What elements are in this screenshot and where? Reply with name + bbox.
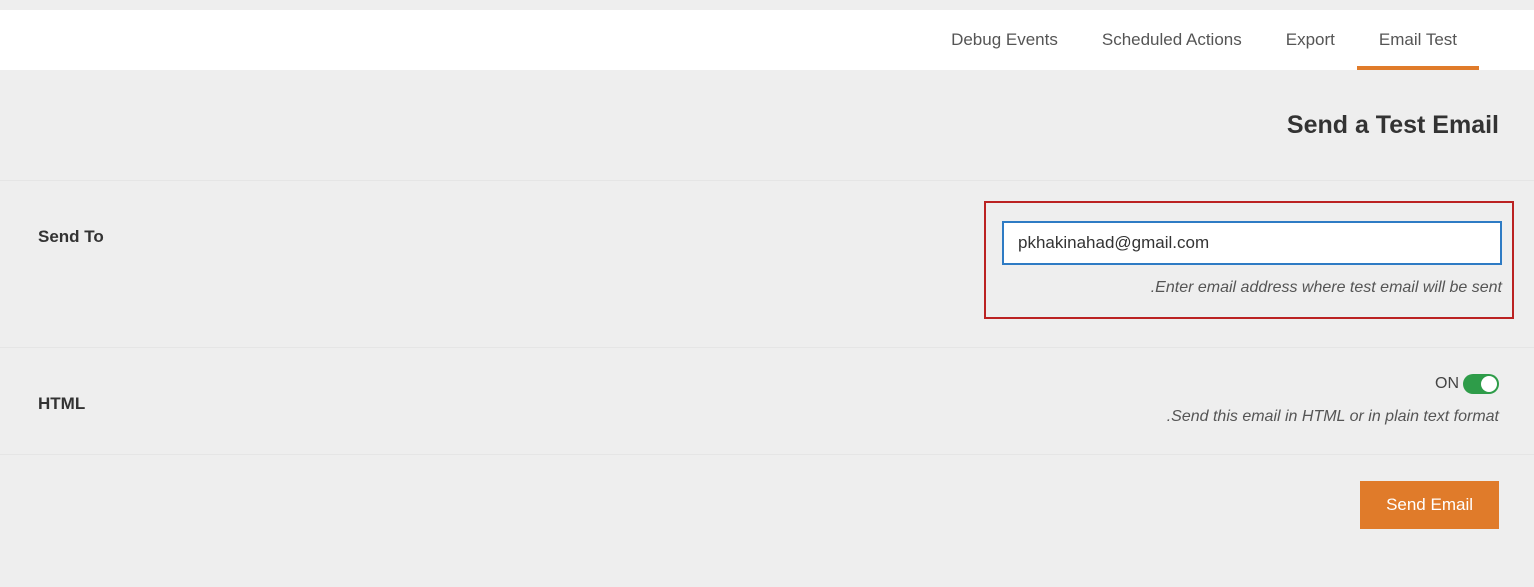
send-to-input[interactable]	[1002, 221, 1502, 265]
page-title-area: Send a Test Email	[0, 70, 1534, 180]
top-nav: Debug Events Scheduled Actions Export Em…	[0, 0, 1534, 70]
row-send-to: Send To Enter email address where test e…	[0, 180, 1534, 347]
send-to-help: Enter email address where test email wil…	[1151, 279, 1502, 297]
tab-scheduled-actions[interactable]: Scheduled Actions	[1080, 10, 1264, 70]
row-html: HTML ON Send this email in HTML or in pl…	[0, 347, 1534, 454]
tab-email-test[interactable]: Email Test	[1357, 10, 1479, 70]
footer: Send Email	[0, 454, 1534, 549]
html-toggle-state: ON	[1435, 375, 1459, 393]
html-label: HTML	[38, 368, 518, 414]
tab-debug-events[interactable]: Debug Events	[929, 10, 1080, 70]
send-to-highlight: Enter email address where test email wil…	[984, 201, 1514, 319]
send-to-label: Send To	[38, 201, 518, 247]
tab-export[interactable]: Export	[1264, 10, 1357, 70]
html-toggle[interactable]	[1463, 374, 1499, 394]
send-email-button[interactable]: Send Email	[1360, 481, 1499, 529]
html-help: Send this email in HTML or in plain text…	[1167, 408, 1499, 426]
page-title: Send a Test Email	[1287, 111, 1499, 140]
